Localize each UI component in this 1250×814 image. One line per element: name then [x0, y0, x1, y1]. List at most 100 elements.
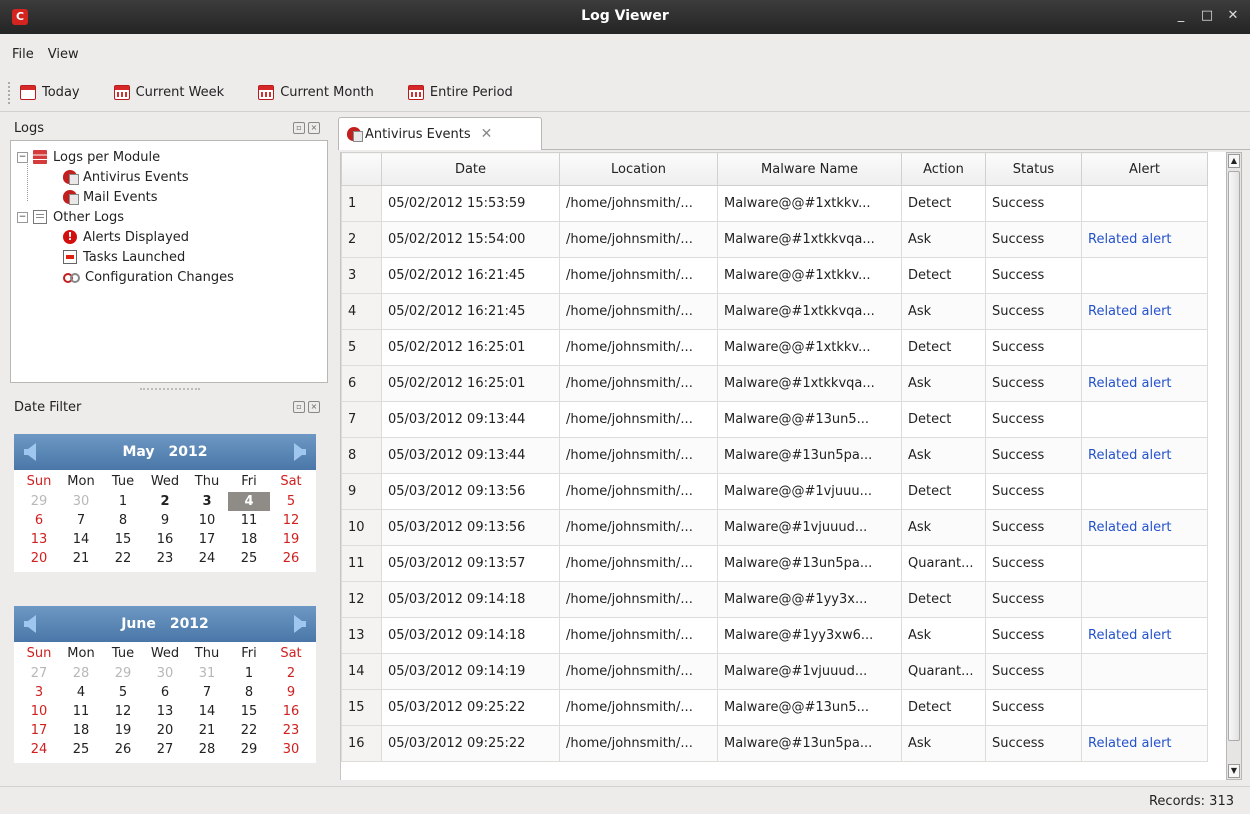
calendar-day[interactable]: 12	[102, 702, 144, 721]
calendar-day[interactable]: 18	[60, 721, 102, 740]
table-row[interactable]: 8 05/03/2012 09:13:44/home/johnsmith/... M…	[341, 437, 1208, 474]
calendar-day[interactable]: 25	[60, 740, 102, 759]
scroll-thumb[interactable]	[1228, 171, 1240, 741]
calendar-day[interactable]: 27	[144, 740, 186, 759]
calendar-day[interactable]: 8	[102, 511, 144, 530]
calendar-day[interactable]: 11	[228, 511, 270, 530]
table-row[interactable]: 1 05/02/2012 15:53:59/home/johnsmith/... M…	[341, 185, 1208, 222]
alert-link[interactable]: Related alert	[1081, 437, 1208, 474]
calendar-day[interactable]: 9	[144, 511, 186, 530]
tree-item-alerts-displayed[interactable]: ! Alerts Displayed	[11, 227, 327, 247]
calendar-day[interactable]: 12	[270, 511, 312, 530]
scroll-down-icon[interactable]: ▼	[1228, 764, 1240, 778]
panel-splitter[interactable]	[140, 388, 200, 392]
close-tab-icon[interactable]: ✕	[481, 126, 493, 142]
calendar-day[interactable]: 19	[270, 530, 312, 549]
calendar-day[interactable]: 25	[228, 549, 270, 568]
table-row[interactable]: 5 05/02/2012 16:25:01/home/johnsmith/... M…	[341, 329, 1208, 366]
alert-link[interactable]: Related alert	[1081, 365, 1208, 402]
year-label[interactable]: 2012	[170, 616, 209, 632]
table-row[interactable]: 2 05/02/2012 15:54:00/home/johnsmith/... M…	[341, 221, 1208, 258]
calendar-day[interactable]: 29	[18, 492, 60, 511]
current-month-button[interactable]: Current Month	[258, 85, 374, 100]
calendar-day[interactable]: 27	[18, 664, 60, 683]
calendar-day[interactable]: 13	[144, 702, 186, 721]
tab-antivirus-events[interactable]: Antivirus Events ✕	[338, 117, 542, 150]
close-panel-icon[interactable]: ×	[308, 401, 320, 413]
calendar-day[interactable]: 30	[144, 664, 186, 683]
previous-month-icon[interactable]	[24, 615, 36, 633]
calendar-day[interactable]: 1	[102, 492, 144, 511]
month-label[interactable]: June	[121, 616, 156, 632]
calendar-day[interactable]: 4	[60, 683, 102, 702]
calendar-day[interactable]: 24	[186, 549, 228, 568]
calendar-day[interactable]: 2	[270, 664, 312, 683]
next-month-icon[interactable]	[294, 443, 306, 461]
calendar-day[interactable]: 21	[60, 549, 102, 568]
previous-month-icon[interactable]	[24, 443, 36, 461]
tree-item-logs-per-module[interactable]: − Logs per Module	[11, 147, 327, 167]
vertical-scrollbar[interactable]: ▲ ▼	[1226, 152, 1242, 780]
calendar-day[interactable]: 7	[60, 511, 102, 530]
calendar-day[interactable]: 3	[18, 683, 60, 702]
calendar-day[interactable]: 7	[186, 683, 228, 702]
table-row[interactable]: 11 05/03/2012 09:13:57/home/johnsmith/...…	[341, 545, 1208, 582]
calendar-day[interactable]: 8	[228, 683, 270, 702]
calendar-day[interactable]: 23	[144, 549, 186, 568]
tree-item-antivirus-events[interactable]: Antivirus Events	[11, 167, 327, 187]
menu-view[interactable]: View	[48, 47, 79, 62]
column-header[interactable]: Malware Name	[717, 152, 902, 186]
calendar-day[interactable]: 15	[228, 702, 270, 721]
calendar-day[interactable]: 30	[270, 740, 312, 759]
column-header[interactable]: Location	[559, 152, 718, 186]
next-month-icon[interactable]	[294, 615, 306, 633]
calendar-day[interactable]: 16	[270, 702, 312, 721]
calendar-day[interactable]: 22	[102, 549, 144, 568]
table-row[interactable]: 9 05/03/2012 09:13:56/home/johnsmith/... M…	[341, 473, 1208, 510]
tree-item-tasks-launched[interactable]: Tasks Launched	[11, 247, 327, 267]
column-header[interactable]: Action	[901, 152, 986, 186]
current-week-button[interactable]: Current Week	[113, 85, 224, 100]
calendar-day[interactable]: 28	[60, 664, 102, 683]
tree-item-configuration-changes[interactable]: Configuration Changes	[11, 267, 327, 287]
calendar-day[interactable]: 6	[144, 683, 186, 702]
calendar-day[interactable]: 31	[186, 664, 228, 683]
calendar-day[interactable]: 26	[102, 740, 144, 759]
calendar-day[interactable]: 26	[270, 549, 312, 568]
column-header[interactable]: Alert	[1081, 152, 1208, 186]
calendar-day[interactable]: 24	[18, 740, 60, 759]
month-label[interactable]: May	[122, 444, 154, 460]
collapse-icon[interactable]: −	[17, 211, 28, 223]
year-label[interactable]: 2012	[169, 444, 208, 460]
table-row[interactable]: 6 05/02/2012 16:25:01/home/johnsmith/... M…	[341, 365, 1208, 402]
calendar-day[interactable]: 29	[102, 664, 144, 683]
toolbar-grip[interactable]	[8, 82, 13, 104]
float-panel-icon[interactable]: ▫	[293, 122, 305, 134]
calendar-day[interactable]: 19	[102, 721, 144, 740]
calendar-day[interactable]: 23	[270, 721, 312, 740]
today-button[interactable]: Today	[20, 85, 80, 100]
tree-item-other-logs[interactable]: − Other Logs	[11, 207, 327, 227]
calendar-day[interactable]: 22	[228, 721, 270, 740]
alert-link[interactable]: Related alert	[1081, 221, 1208, 258]
collapse-icon[interactable]: −	[17, 151, 28, 163]
column-header[interactable]	[341, 152, 382, 186]
calendar-day[interactable]: 10	[18, 702, 60, 721]
calendar-day[interactable]: 21	[186, 721, 228, 740]
maximize-icon[interactable]: □	[1200, 9, 1214, 23]
calendar-day[interactable]: 9	[270, 683, 312, 702]
calendar-day[interactable]: 5	[270, 492, 312, 511]
calendar-day[interactable]: 11	[60, 702, 102, 721]
table-row[interactable]: 13 05/03/2012 09:14:18/home/johnsmith/...…	[341, 617, 1208, 654]
calendar-day[interactable]: 13	[18, 530, 60, 549]
calendar-day[interactable]: 14	[60, 530, 102, 549]
alert-link[interactable]: Related alert	[1081, 293, 1208, 330]
scroll-up-icon[interactable]: ▲	[1228, 154, 1240, 168]
tree-item-mail-events[interactable]: Mail Events	[11, 187, 327, 207]
calendar-day[interactable]: 17	[18, 721, 60, 740]
calendar-day[interactable]: 20	[144, 721, 186, 740]
table-row[interactable]: 7 05/03/2012 09:13:44/home/johnsmith/... M…	[341, 401, 1208, 438]
minimize-icon[interactable]: _	[1174, 9, 1188, 23]
column-header[interactable]: Date	[381, 152, 560, 186]
calendar-day[interactable]: 15	[102, 530, 144, 549]
